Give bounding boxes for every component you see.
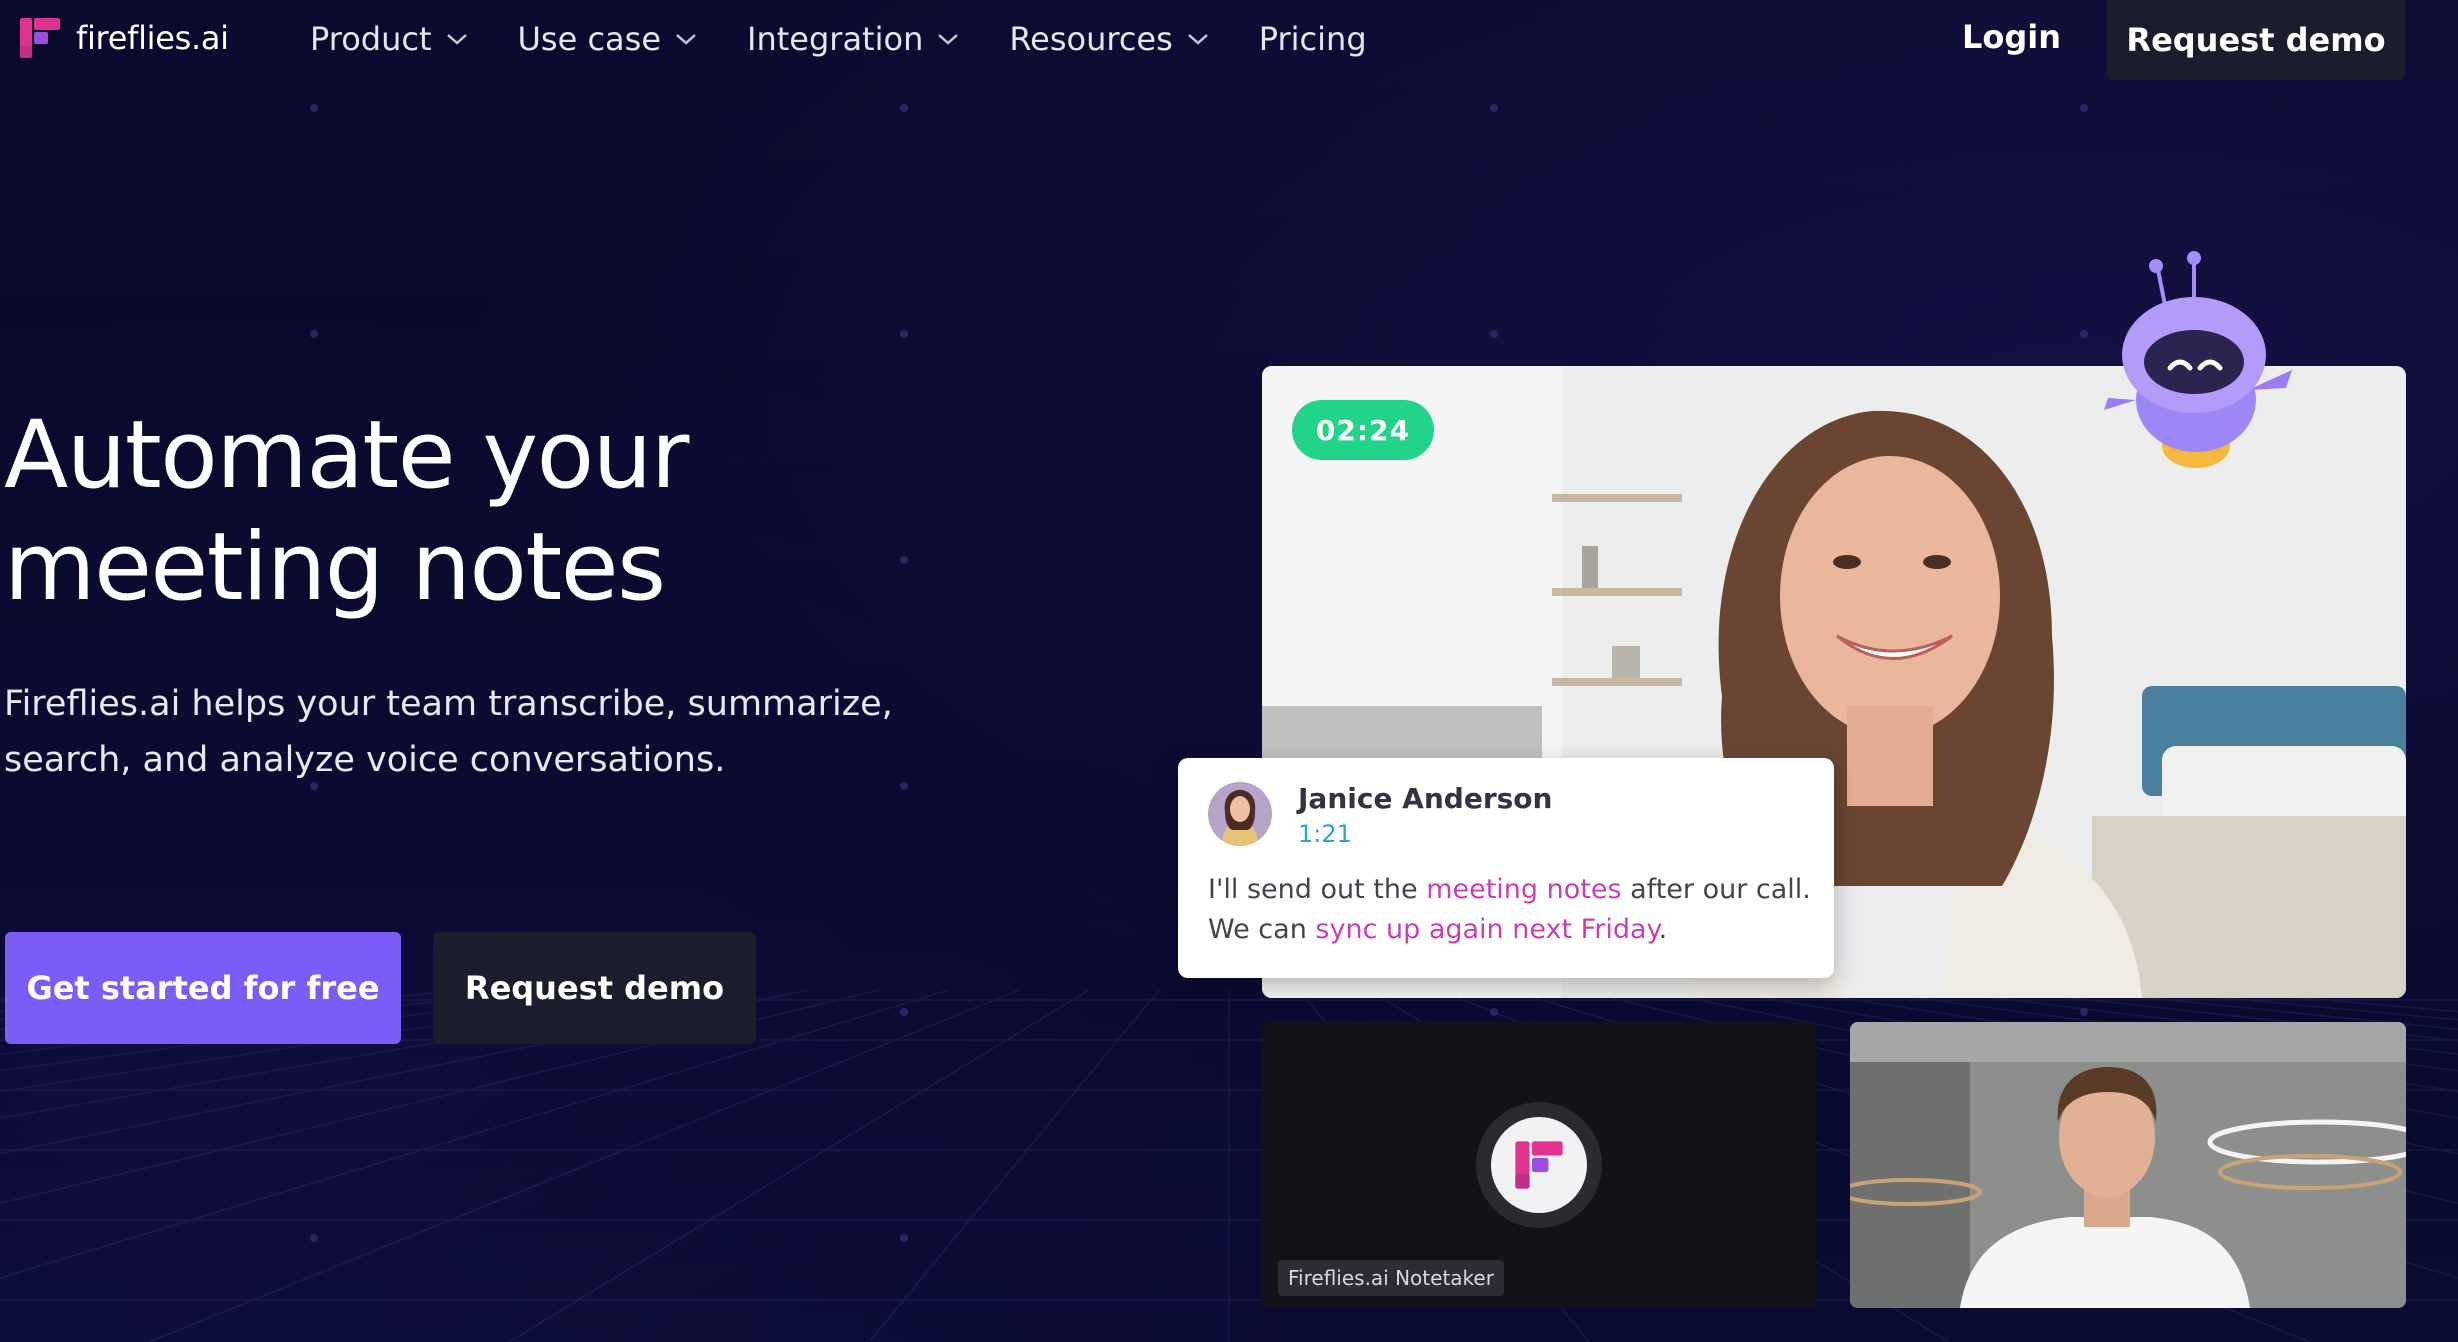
transcript-highlight[interactable]: meeting notes [1426,874,1621,905]
nav-item-label: Product [310,20,432,58]
notetaker-video-tile: Fireflies.ai Notetaker [1262,1022,1816,1308]
fireflies-robot-mascot-icon [2104,251,2292,468]
transcript-segment: . [1658,914,1668,945]
speaker-name: Janice Anderson [1298,782,1553,815]
login-link[interactable]: Login [1962,18,2061,56]
nav-item-resources[interactable]: Resources [1009,20,1208,58]
nav-item-use-case[interactable]: Use case [518,20,698,58]
hero-subtitle-line-1: Fireflies.ai helps your team transcribe,… [4,684,893,724]
notetaker-label: Fireflies.ai Notetaker [1278,1260,1504,1296]
nav-item-label: Integration [747,20,924,58]
hero-title-line-2: meeting notes [4,513,666,622]
chevron-down-icon [446,34,467,45]
nav-item-label: Resources [1009,20,1173,58]
hero-subtitle-line-2: search, and analyze voice conversations. [4,740,726,780]
transcript-card: Janice Anderson 1:21 I'll send out the m… [1178,758,1834,978]
hero-title-line-1: Automate your [4,401,689,510]
participant-video-tile [1850,1022,2406,1308]
speaker-avatar [1208,782,1272,846]
top-navigation: fireflies.ai Product Use case Integration R… [0,0,2458,80]
nav-item-label: Use case [517,20,662,58]
chevron-down-icon [676,34,696,45]
speaker-timestamp[interactable]: 1:21 [1298,820,1352,848]
nav-item-label: Pricing [1258,20,1367,58]
man-video-illustration [1850,1022,2406,1308]
fireflies-logo-icon [20,18,60,58]
nav-item-product[interactable]: Product [310,20,468,58]
fireflies-logo-icon [1515,1141,1563,1189]
hero-title: Automate your meeting notes [4,400,1004,624]
transcript-segment: I'll send out the [1208,874,1427,905]
get-started-button[interactable]: Get started for free [5,932,401,1044]
nav-item-pricing[interactable]: Pricing [1259,20,1367,58]
brand-name: fireflies.ai [76,19,229,57]
page: fireflies.ai Product Use case Integration R… [0,0,2458,1342]
nav-menu: Product Use case Integration Resources Prici… [310,18,1417,60]
nav-item-integration[interactable]: Integration [747,20,959,58]
hero-subtitle: Fireflies.ai helps your team transcribe,… [4,676,904,788]
hero-request-demo-button[interactable]: Request demo [433,932,756,1044]
chevron-down-icon [1187,34,1208,45]
nav-request-demo-button[interactable]: Request demo [2107,0,2405,80]
transcript-highlight[interactable]: sync up again next Friday [1315,914,1658,945]
notetaker-avatar [1476,1102,1602,1228]
meeting-timer: 02:24 [1292,400,1434,460]
transcript-text: I'll send out the meeting notes after ou… [1208,870,1818,950]
chevron-down-icon [938,34,959,45]
brand-logo[interactable]: fireflies.ai [18,16,229,60]
